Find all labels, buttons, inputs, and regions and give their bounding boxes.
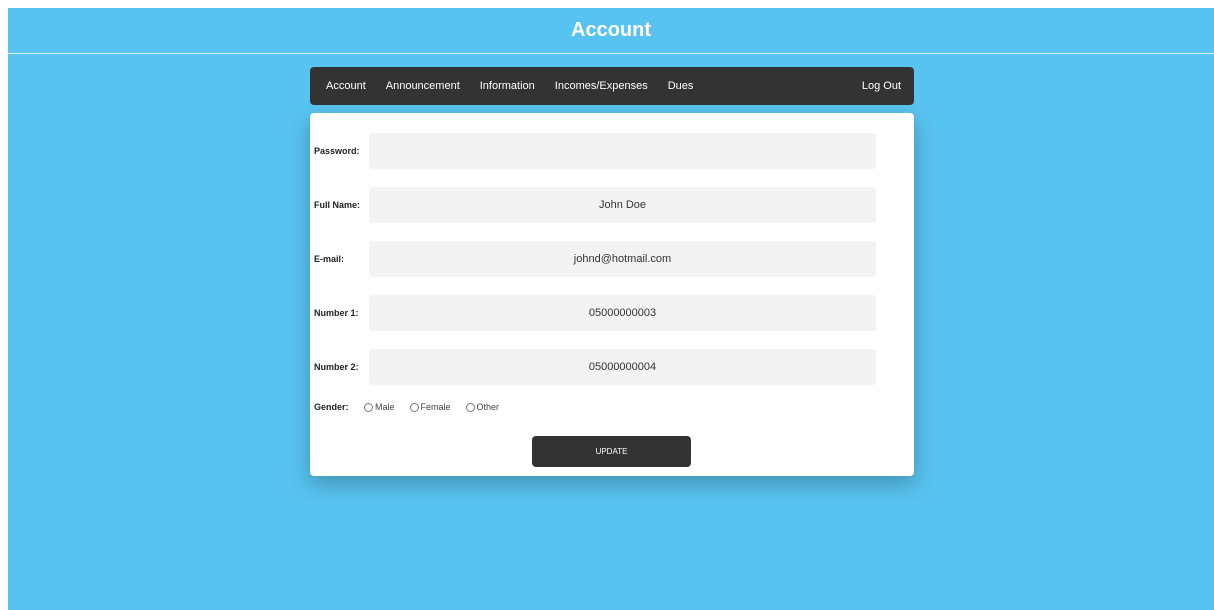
full-name-field[interactable] — [369, 187, 876, 223]
full-name-label: Full Name: — [314, 200, 361, 210]
account-form-card: Password: Full Name: E-mail: Number 1: N… — [310, 113, 914, 476]
number1-row: Number 1: — [310, 295, 876, 331]
gender-option-other[interactable]: Other — [465, 402, 500, 412]
update-button[interactable]: UPDATE — [532, 436, 691, 467]
full-name-row: Full Name: — [310, 187, 876, 223]
password-field[interactable] — [369, 133, 876, 169]
nav-item-incomes-expenses[interactable]: Incomes/Expenses — [545, 67, 658, 105]
number2-row: Number 2: — [310, 349, 876, 385]
nav-item-information[interactable]: Information — [470, 67, 545, 105]
email-row: E-mail: — [310, 241, 876, 277]
gender-option-female[interactable]: Female — [409, 402, 451, 412]
logout-link[interactable]: Log Out — [852, 67, 901, 105]
number2-label: Number 2: — [314, 362, 359, 372]
nav-item-dues[interactable]: Dues — [658, 67, 704, 105]
number1-field[interactable] — [369, 295, 876, 331]
nav-bar: Account Announcement Information Incomes… — [310, 67, 914, 105]
gender-label: Gender: — [314, 402, 349, 412]
gender-option-label: Other — [476, 402, 500, 412]
radio-circle-icon[interactable] — [465, 402, 475, 412]
number2-field[interactable] — [369, 349, 876, 385]
gender-option-label: Female — [420, 402, 451, 412]
page-header: Account — [8, 8, 1214, 54]
gender-option-male[interactable]: Male — [364, 402, 395, 412]
nav-item-announcement[interactable]: Announcement — [376, 67, 470, 105]
password-row: Password: — [310, 133, 876, 169]
gender-row: Gender: Male Female Other — [314, 400, 514, 414]
page-title: Account — [571, 19, 651, 41]
nav-item-account[interactable]: Account — [316, 67, 376, 105]
page-background: Account Account Announcement Information… — [8, 8, 1214, 610]
password-label: Password: — [314, 146, 360, 156]
gender-option-label: Male — [375, 402, 395, 412]
email-field[interactable] — [369, 241, 876, 277]
radio-circle-icon[interactable] — [364, 402, 373, 412]
number1-label: Number 1: — [314, 308, 359, 318]
radio-circle-icon[interactable] — [409, 402, 419, 412]
email-label: E-mail: — [314, 254, 345, 264]
